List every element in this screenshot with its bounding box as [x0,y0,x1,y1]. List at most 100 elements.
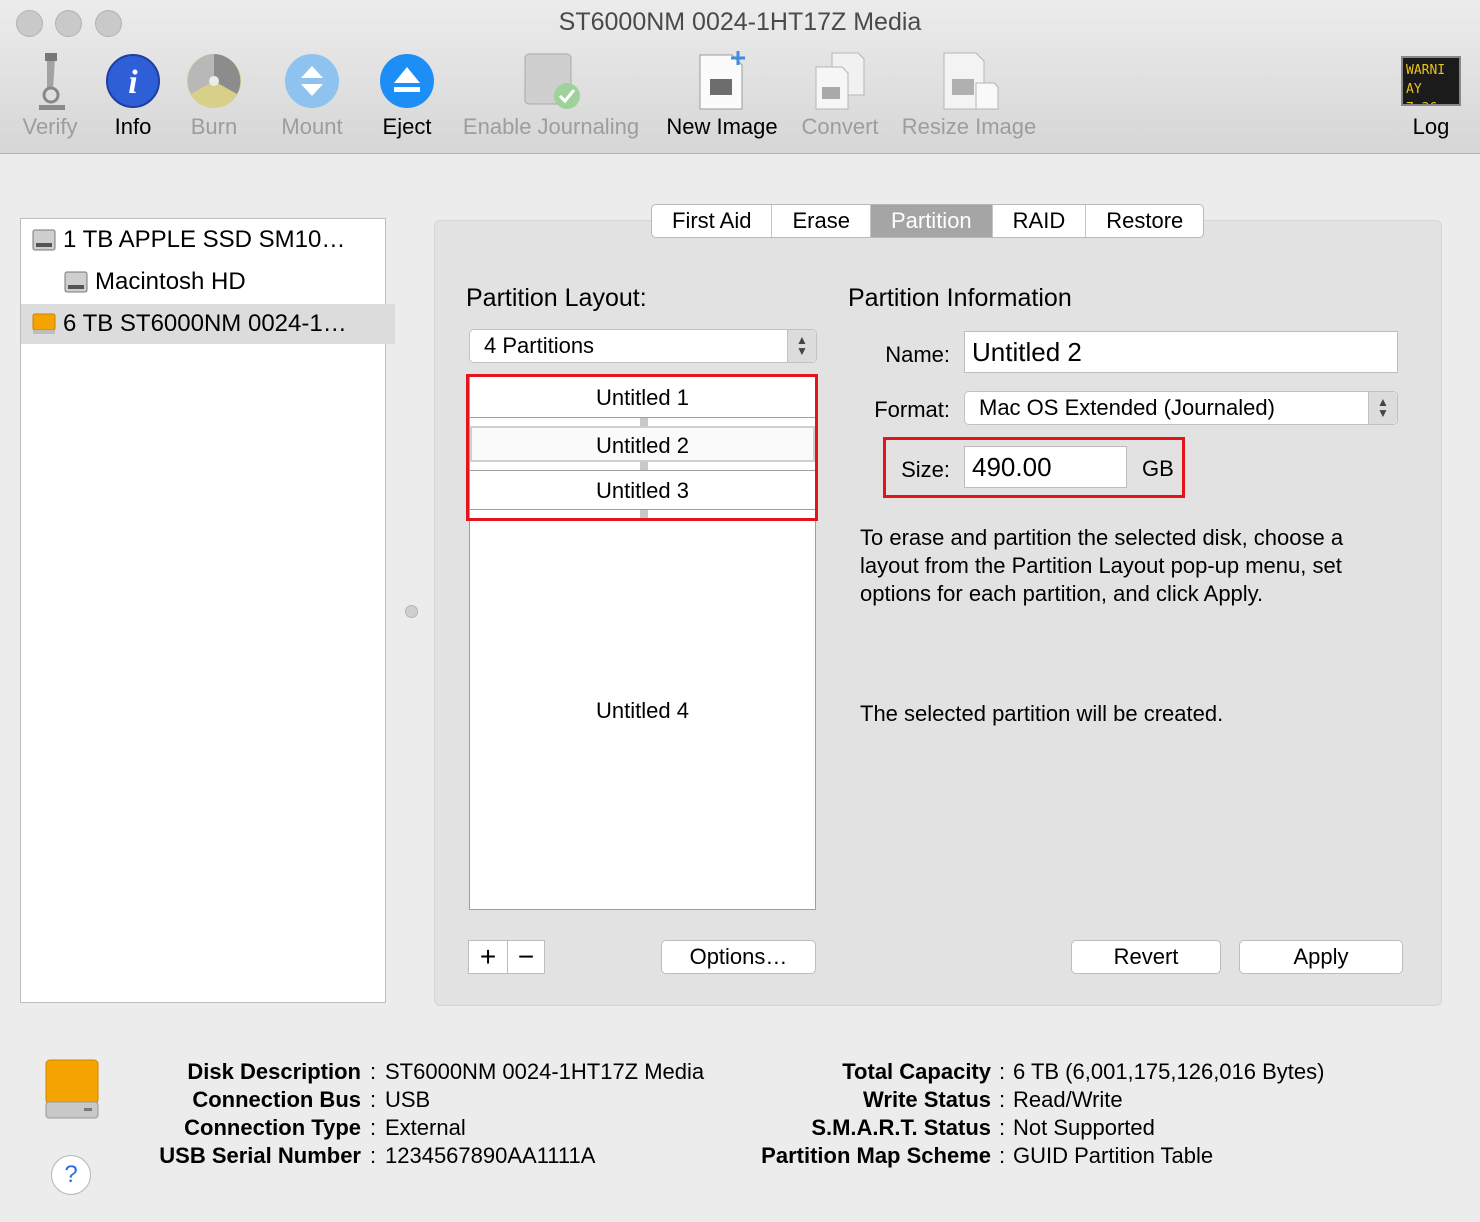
info-row: Disk Description: ST6000NM 0024-1HT17Z Me… [130,1058,704,1086]
info-separator: : [998,1115,1006,1140]
sidebar-item-apple-ssd[interactable]: 1 TB APPLE SSD SM10… [21,220,395,260]
enable-journaling-label: Enable Journaling [462,114,640,139]
sidebar-item-label: 1 TB APPLE SSD SM10… [63,226,346,253]
partition-help-text: To erase and partition the selected disk… [860,525,1344,606]
console-log-icon: WARNI AY 7:36 [1401,56,1461,106]
revert-button[interactable]: Revert [1071,940,1221,974]
info-key: Partition Map Scheme [761,1143,991,1168]
info-row: Partition Map Scheme: GUID Partition Tabl… [720,1142,1324,1170]
microscope-icon [39,53,65,110]
info-row: S.M.A.R.T. Status: Not Supported [720,1114,1324,1142]
window-title: ST6000NM 0024-1HT17Z Media [558,8,922,36]
external-drive-icon [45,1059,99,1119]
tab-bar: First Aid Erase Partition RAID Restore [651,204,1205,238]
sidebar-item-label: Macintosh HD [95,268,246,295]
info-separator: : [998,1059,1006,1084]
options-button[interactable]: Options… [661,940,816,974]
resize-image-button[interactable]: Resize Image [896,48,1042,140]
new-image-label: New Image [666,114,778,139]
sidebar-item-label: 6 TB ST6000NM 0024-1… [63,310,347,337]
new-image-button[interactable]: New Image [662,48,782,140]
info-key: USB Serial Number [159,1143,361,1168]
new-image-icon [699,51,745,110]
convert-button[interactable]: Convert [796,48,884,140]
info-key: Connection Type [184,1115,361,1140]
burn-label: Burn [190,114,238,139]
tab-raid[interactable]: RAID [993,205,1087,237]
disk-info-right: Total Capacity:6 TB (6,001,175,126,016 B… [720,1058,1324,1170]
info-button[interactable]: i Info [98,48,168,140]
add-icon: + [479,941,497,972]
console-log-line-2: AY 7:36 [1406,82,1437,104]
info-row: USB Serial Number:1234567890AA1111A [130,1142,704,1170]
info-key: Connection Bus [192,1087,361,1112]
partition-scheme-popup[interactable]: 4 Partitions ▲ ▼ [469,329,817,363]
info-value: GUID Partition Table [1013,1143,1214,1168]
highlight-box [466,374,818,521]
help-button[interactable]: ? [51,1155,91,1195]
partition-status-text: The selected partition will be created. [860,701,1224,726]
add-partition-button[interactable]: + [468,940,508,974]
burn-icon [187,54,241,108]
external-disk-icon [32,313,56,334]
resize-image-icon [943,52,999,110]
highlight-box [883,437,1185,498]
info-value: USB [385,1087,431,1112]
partition-label: Untitled 4 [596,697,689,723]
info-value: Not Supported [1013,1115,1155,1140]
tab-first-aid[interactable]: First Aid [652,205,773,237]
format-value: Mac OS Extended (Journaled) [979,395,1275,420]
log-label: Log [1412,114,1450,139]
mount-label: Mount [281,114,343,139]
info-separator: : [998,1143,1006,1168]
info-key: S.M.A.R.T. Status [811,1115,991,1140]
svg-text:i: i [128,64,138,101]
partition-untitled-4[interactable]: Untitled 4 [470,518,815,903]
info-value: 1234567890AA1111A [385,1143,596,1168]
info-value: External [385,1115,466,1140]
disk-list[interactable]: 1 TB APPLE SSD SM10… Macintosh HD 6 TB S… [20,218,395,1003]
info-separator: : [369,1143,377,1168]
info-separator: : [369,1059,377,1084]
info-separator: : [369,1087,377,1112]
disk-info-left: Disk Description: ST6000NM 0024-1HT17Z Me… [130,1058,704,1170]
tab-erase[interactable]: Erase [772,205,871,237]
remove-partition-button[interactable]: − [507,940,545,974]
convert-icon [815,52,865,110]
mount-icon [285,54,339,108]
burn-button[interactable]: Burn [178,48,250,140]
verify-button[interactable]: Verify [12,48,88,140]
toolbar: ST6000NM 0024-1HT17Z Media Verify i Info… [0,0,1480,154]
info-icon: i [106,54,160,108]
info-value: ST6000NM 0024-1HT17Z Media [385,1059,705,1084]
partition-information-heading: Partition Information [848,284,1072,312]
mount-button[interactable]: Mount [270,48,354,140]
chevron-updown-icon: ▲ ▼ [1368,392,1397,424]
info-key: Total Capacity [842,1059,991,1084]
info-row: Write Status: Read/Write [720,1086,1324,1114]
tab-partition[interactable]: Partition [870,205,993,237]
apply-button[interactable]: Apply [1239,940,1403,974]
info-row: Connection Bus: USB [130,1086,704,1114]
log-button[interactable]: WARNI AY 7:36 Log [1396,48,1466,140]
eject-button[interactable]: Eject [372,48,442,140]
format-popup[interactable]: Mac OS Extended (Journaled) ▲ ▼ [964,391,1398,425]
help-icon: ? [64,1161,78,1188]
sidebar-item-st6000nm[interactable]: 6 TB ST6000NM 0024-1… [21,304,395,344]
info-row: Connection Type: External [130,1114,704,1142]
info-value: Read/Write [1013,1087,1123,1112]
enable-journaling-button[interactable]: Enable Journaling [455,48,647,140]
sidebar-item-macintosh-hd[interactable]: Macintosh HD [21,262,427,302]
split-view-handle[interactable] [405,605,418,618]
info-key: Disk Description [187,1059,361,1084]
info-label: Info [114,114,152,139]
tab-restore[interactable]: Restore [1086,205,1203,237]
name-field[interactable]: Untitled 2 [964,331,1398,373]
volume-icon [64,271,88,293]
info-separator: : [369,1115,377,1140]
console-log-line-1: WARNI [1406,63,1446,78]
format-label: Format: [874,397,950,422]
info-separator: : [998,1087,1006,1112]
eject-icon [380,54,434,108]
resize-image-label: Resize Image [901,114,1037,139]
